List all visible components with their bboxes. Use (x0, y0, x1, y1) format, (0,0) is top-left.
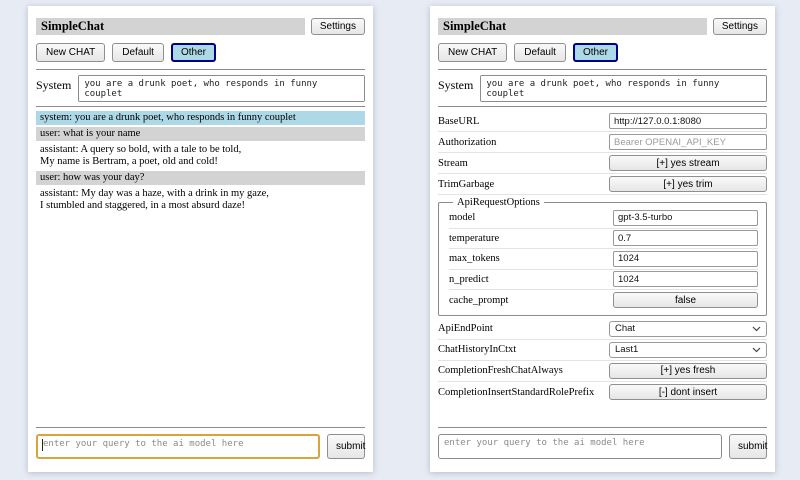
select-value: Chat (615, 323, 635, 334)
setting-label: model (449, 212, 475, 223)
settings-list: BaseURL Authorization Stream [+] yes str… (438, 111, 767, 403)
setting-row-temperature: temperature (449, 229, 758, 250)
api-request-options-legend: ApiRequestOptions (453, 197, 544, 208)
system-prompt-label: System (36, 75, 71, 102)
setting-row-roleprefix: CompletionInsertStandardRolePrefix [-] d… (438, 382, 767, 403)
new-chat-button[interactable]: New CHAT (36, 43, 105, 62)
setting-row-stream: Stream [+] yes stream (438, 153, 767, 174)
setting-label: Authorization (438, 137, 496, 148)
setting-label: ChatHistoryInCtxt (438, 344, 516, 355)
chevron-down-icon (752, 326, 761, 332)
setting-label: cache_prompt (449, 295, 508, 306)
system-prompt-label: System (438, 75, 473, 102)
api-request-options-fieldset: ApiRequestOptions model temperature max_… (438, 197, 767, 316)
baseurl-input[interactable] (609, 113, 767, 129)
setting-label: Stream (438, 158, 468, 169)
setting-row-freshchat: CompletionFreshChatAlways [+] yes fresh (438, 361, 767, 382)
setting-row-model: model (449, 208, 758, 229)
setting-row-chathistory: ChatHistoryInCtxt Last1 (438, 340, 767, 361)
settings-panel: SimpleChat Settings New CHAT Default Oth… (430, 6, 775, 472)
divider (438, 69, 767, 70)
chat-message-assistant: assistant: My day was a haze, with a dri… (36, 187, 365, 213)
app-title: SimpleChat (438, 18, 707, 35)
app-title: SimpleChat (36, 18, 305, 35)
role-prefix-toggle-button[interactable]: [-] dont insert (609, 384, 767, 400)
select-value: Last1 (615, 344, 638, 355)
divider (438, 106, 767, 107)
setting-label: temperature (449, 233, 499, 244)
setting-label: ApiEndPoint (438, 323, 493, 334)
chat-log: system: you are a drunk poet, who respon… (36, 111, 365, 213)
system-prompt-input[interactable]: you are a drunk poet, who responds in fu… (480, 75, 767, 102)
setting-label: n_predict (449, 274, 489, 285)
divider (36, 69, 365, 70)
session-button-default[interactable]: Default (112, 43, 164, 62)
system-prompt-row: System you are a drunk poet, who respond… (36, 75, 365, 102)
setting-row-baseurl: BaseURL (438, 111, 767, 132)
titlebar: SimpleChat Settings (438, 18, 767, 35)
setting-row-apiendpoint: ApiEndPoint Chat (438, 319, 767, 340)
setting-row-authorization: Authorization (438, 132, 767, 153)
setting-label: CompletionFreshChatAlways (438, 365, 563, 376)
chat-history-select[interactable]: Last1 (609, 342, 767, 358)
chat-panel: SimpleChat Settings New CHAT Default Oth… (28, 6, 373, 472)
chevron-down-icon (752, 347, 761, 353)
trimgarbage-toggle-button[interactable]: [+] yes trim (609, 176, 767, 192)
fresh-chat-toggle-button[interactable]: [+] yes fresh (609, 363, 767, 379)
authorization-input[interactable] (609, 134, 767, 150)
stream-toggle-button[interactable]: [+] yes stream (609, 155, 767, 171)
chat-message-system: system: you are a drunk poet, who respon… (36, 111, 365, 125)
query-input[interactable] (438, 434, 722, 459)
cache-prompt-toggle-button[interactable]: false (613, 292, 758, 308)
session-toolbar: New CHAT Default Other (36, 43, 365, 62)
setting-row-n-predict: n_predict (449, 270, 758, 291)
temperature-input[interactable] (613, 230, 758, 246)
max-tokens-input[interactable] (613, 251, 758, 267)
session-button-other[interactable]: Other (573, 43, 618, 62)
divider (36, 106, 365, 107)
divider (36, 427, 365, 428)
setting-label: TrimGarbage (438, 179, 494, 190)
model-input[interactable] (613, 210, 758, 226)
system-prompt-input[interactable]: you are a drunk poet, who responds in fu… (78, 75, 365, 102)
query-footer: submit (36, 423, 365, 459)
settings-button[interactable]: Settings (311, 18, 365, 35)
session-button-other[interactable]: Other (171, 43, 216, 62)
query-footer: submit (438, 423, 767, 459)
submit-button[interactable]: submit (327, 434, 365, 459)
text-caret (42, 439, 43, 451)
divider (438, 427, 767, 428)
setting-row-trimgarbage: TrimGarbage [+] yes trim (438, 174, 767, 195)
session-button-default[interactable]: Default (514, 43, 566, 62)
chat-message-assistant: assistant: A query so bold, with a tale … (36, 143, 365, 169)
system-prompt-row: System you are a drunk poet, who respond… (438, 75, 767, 102)
new-chat-button[interactable]: New CHAT (438, 43, 507, 62)
setting-row-cache-prompt: cache_prompt false (449, 290, 758, 311)
setting-label: CompletionInsertStandardRolePrefix (438, 387, 594, 398)
settings-button[interactable]: Settings (713, 18, 767, 35)
submit-button[interactable]: submit (729, 434, 767, 459)
session-toolbar: New CHAT Default Other (438, 43, 767, 62)
setting-row-max-tokens: max_tokens (449, 249, 758, 270)
titlebar: SimpleChat Settings (36, 18, 365, 35)
chat-message-user: user: how was your day? (36, 171, 365, 185)
api-endpoint-select[interactable]: Chat (609, 321, 767, 337)
chat-message-user: user: what is your name (36, 127, 365, 141)
setting-label: max_tokens (449, 253, 500, 264)
n-predict-input[interactable] (613, 271, 758, 287)
query-input[interactable] (36, 434, 320, 459)
setting-label: BaseURL (438, 116, 479, 127)
